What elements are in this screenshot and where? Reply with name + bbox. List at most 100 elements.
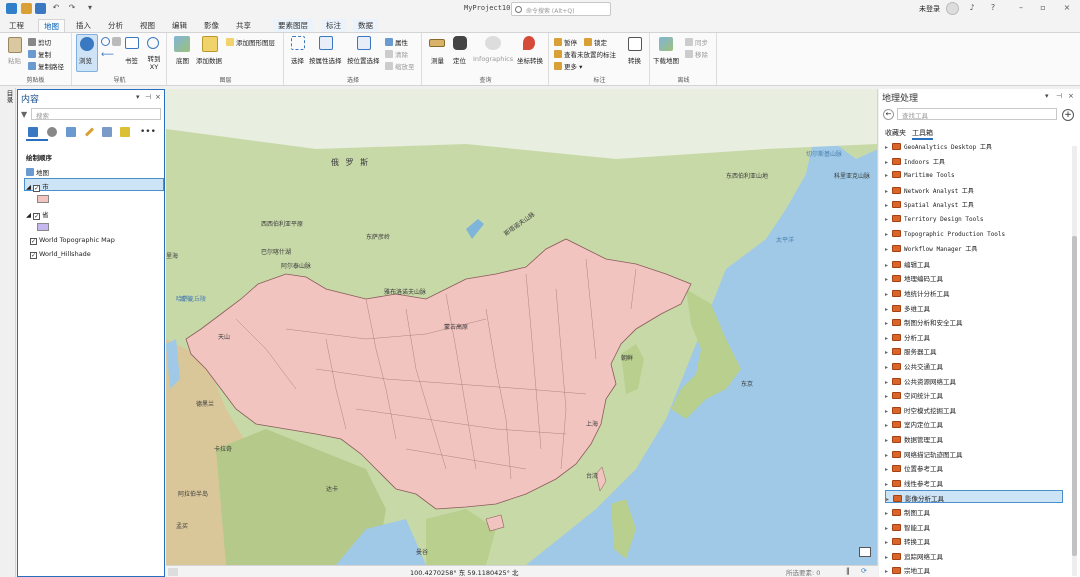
toolbox-item[interactable]: ▸ 编辑工具: [885, 257, 1063, 270]
chevron-right-icon[interactable]: ▸: [885, 568, 892, 575]
toolbox-item[interactable]: ▸ Topographic Production Tools: [885, 228, 1063, 241]
chevron-right-icon[interactable]: ▸: [885, 276, 892, 283]
back-icon[interactable]: ←: [883, 109, 894, 120]
add-graphics-layer-button[interactable]: 添加图形图层: [226, 37, 275, 47]
toolbox-item[interactable]: ▸ 线性参考工具: [885, 476, 1063, 489]
toolbox-item[interactable]: ▸ 时空模式挖掘工具: [885, 403, 1063, 416]
toolbox-item[interactable]: ▸ 追踪网络工具: [885, 549, 1063, 562]
chevron-right-icon[interactable]: ▸: [885, 202, 892, 209]
zoom-to-button[interactable]: 缩放至: [385, 61, 415, 71]
layer-map[interactable]: 地图: [26, 167, 49, 177]
toolbox-item[interactable]: ▸ Workflow Manager 工具: [885, 242, 1063, 255]
save-icon[interactable]: [35, 3, 46, 14]
convert-button[interactable]: 转换: [628, 55, 641, 65]
measure-button[interactable]: 测量: [431, 55, 444, 65]
toolbox-item[interactable]: ▸ 制图分析和安全工具: [885, 315, 1063, 328]
infographics-button[interactable]: Infographics: [473, 55, 513, 63]
close-icon[interactable]: ×: [1068, 92, 1074, 100]
layer-hillshade-checkbox[interactable]: ✓: [30, 252, 37, 259]
redo-icon[interactable]: ↷: [65, 3, 79, 12]
help-icon[interactable]: ?: [986, 3, 1000, 12]
toolbox-item[interactable]: ▸ 制图工具: [885, 505, 1063, 518]
chevron-right-icon[interactable]: ▸: [885, 379, 892, 386]
minimize-icon[interactable]: –: [1014, 3, 1028, 12]
close-icon[interactable]: ×: [1060, 3, 1074, 12]
pause-button[interactable]: 暂停: [554, 37, 577, 47]
chevron-right-icon[interactable]: ▸: [885, 393, 892, 400]
tab-feature-layer[interactable]: 要素图层: [273, 19, 313, 32]
layer-city[interactable]: ◢ ✓ 市: [26, 181, 49, 192]
tab-data[interactable]: 数据: [353, 19, 378, 32]
chevron-right-icon[interactable]: ▸: [886, 496, 893, 503]
chevron-right-icon[interactable]: ▸: [885, 364, 892, 371]
paste-button[interactable]: 粘贴: [8, 55, 21, 65]
coord-convert-button[interactable]: 坐标转换: [517, 55, 543, 65]
tab-map[interactable]: 地图: [38, 19, 65, 32]
maximize-icon[interactable]: ▫: [1036, 3, 1050, 12]
toolbox-item[interactable]: ▸ Maritime Tools: [885, 169, 1063, 182]
tab-analysis[interactable]: 分析: [103, 19, 128, 32]
tab-share[interactable]: 共享: [231, 19, 256, 32]
attributes-button[interactable]: 属性: [385, 37, 408, 47]
chevron-right-icon[interactable]: ▸: [885, 422, 892, 429]
user-status[interactable]: 未登录: [919, 4, 940, 14]
draw-order-icon[interactable]: [28, 127, 38, 137]
toolbox-item[interactable]: ▸ 转换工具: [885, 534, 1063, 547]
toolbox-item[interactable]: ▸ Indoors 工具: [885, 155, 1063, 168]
chevron-right-icon[interactable]: ▸: [885, 554, 892, 561]
filter-icon[interactable]: ▼: [21, 110, 27, 119]
layer-province-swatch[interactable]: [37, 223, 49, 231]
lock-button[interactable]: 锁定: [584, 37, 607, 47]
select-button[interactable]: 选择: [291, 55, 304, 65]
toolbox-item[interactable]: ▸ 影像分析工具: [885, 490, 1063, 504]
bell-icon[interactable]: ♪: [965, 3, 979, 12]
tab-favorites[interactable]: 收藏夹: [885, 128, 906, 138]
toolbox-item[interactable]: ▸ 分析工具: [885, 330, 1063, 343]
command-search-input[interactable]: 命令搜索 (Alt+Q): [511, 2, 611, 16]
select-by-attributes-button[interactable]: 按属性选择: [309, 55, 342, 65]
toolbox-item[interactable]: ▸ 多维工具: [885, 301, 1063, 314]
editing-icon[interactable]: [84, 127, 95, 137]
toolbox-item[interactable]: ▸ 地统计分析工具: [885, 286, 1063, 299]
chevron-right-icon[interactable]: ▸: [885, 306, 892, 313]
chevron-right-icon[interactable]: ▸: [885, 335, 892, 342]
pane-options-icon[interactable]: ▾: [136, 93, 140, 101]
gp-search-input[interactable]: 查找工具: [897, 108, 1057, 120]
download-map-button[interactable]: 下载地图: [653, 55, 679, 65]
add-icon[interactable]: +: [1062, 109, 1074, 121]
refresh-icon[interactable]: ⟳: [861, 567, 867, 575]
toolbox-item[interactable]: ▸ Network Analyst 工具: [885, 184, 1063, 197]
catalog-strip[interactable]: 目录: [0, 88, 16, 577]
layer-city-checkbox[interactable]: ✓: [33, 185, 41, 192]
toolbox-item[interactable]: ▸ 服务器工具: [885, 344, 1063, 357]
toolbox-item[interactable]: ▸ 数据管理工具: [885, 432, 1063, 445]
copy-button[interactable]: 复制: [28, 49, 51, 59]
toolbox-item[interactable]: ▸ Spatial Analyst 工具: [885, 198, 1063, 211]
select-by-location-button[interactable]: 按位置选择: [347, 55, 380, 65]
layer-topo[interactable]: ✓ World Topographic Map: [30, 236, 115, 245]
chevron-right-icon[interactable]: ▸: [885, 144, 892, 151]
map-canvas[interactable]: [166, 89, 878, 565]
chevron-right-icon[interactable]: ▸: [885, 452, 892, 459]
basemap-button[interactable]: 底图: [176, 55, 189, 65]
toolbox-item[interactable]: ▸ 地理编码工具: [885, 271, 1063, 284]
chevron-right-icon[interactable]: ▸: [885, 437, 892, 444]
chevron-right-icon[interactable]: ▸: [885, 262, 892, 269]
tab-labeling[interactable]: 标注: [321, 19, 346, 32]
tab-toolbox[interactable]: 工具箱: [912, 128, 933, 140]
map-view[interactable]: 俄 罗 斯 切尔斯基山脉 东西伯利亚山地 科里亚克山脉 西西伯利亚平原 巴尔喀什…: [166, 89, 878, 565]
toolbox-item[interactable]: ▸ 宗地工具: [885, 563, 1063, 576]
avatar[interactable]: [946, 2, 959, 15]
toolbox-item[interactable]: ▸ 智能工具: [885, 520, 1063, 533]
chevron-right-icon[interactable]: ▸: [885, 216, 892, 223]
toolbox-item[interactable]: ▸ GeoAnalytics Desktop 工具: [885, 140, 1063, 153]
chevron-right-icon[interactable]: ▸: [885, 231, 892, 238]
close-icon[interactable]: ×: [155, 93, 161, 101]
pane-options-icon[interactable]: ▾: [1045, 92, 1049, 100]
source-icon[interactable]: [47, 127, 57, 137]
more-icon[interactable]: •••: [140, 127, 156, 137]
chevron-down-icon[interactable]: ▾: [83, 3, 97, 12]
toolbox-item[interactable]: ▸ 公共交通工具: [885, 359, 1063, 372]
explore-button[interactable]: 浏览: [79, 55, 92, 65]
toolbox-item[interactable]: ▸ 位置参考工具: [885, 461, 1063, 474]
